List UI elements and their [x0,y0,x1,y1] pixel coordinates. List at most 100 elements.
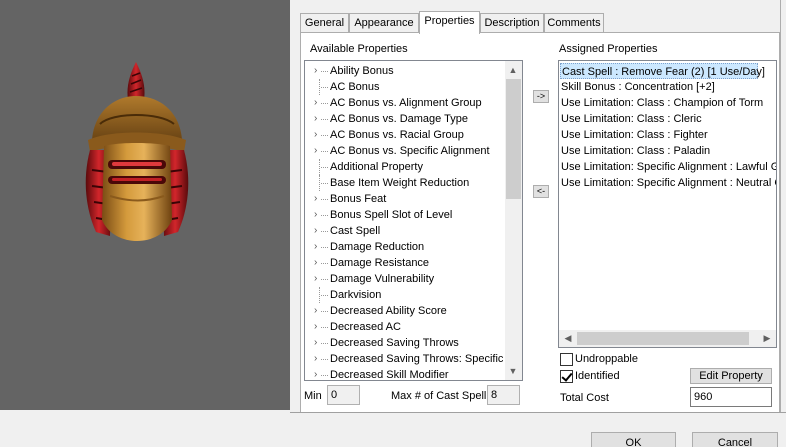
scroll-up-icon[interactable]: ▲ [505,62,521,78]
available-property-label: Damage Vulnerability [330,273,435,285]
add-property-button[interactable]: -> [533,90,549,103]
assigned-property-item[interactable]: Cast Spell : Remove Fear (2) [1 Use/Day] [560,63,765,79]
undroppable-checkbox[interactable] [560,353,573,366]
available-property-label: AC Bonus vs. Damage Type [330,113,468,125]
edit-property-button[interactable]: Edit Property [690,368,772,384]
available-property-item[interactable]: › AC Bonus vs. Racial Group [305,127,505,143]
available-property-item[interactable]: › Cast Spell [305,223,505,239]
tab-description[interactable]: Description [480,13,544,33]
tab-general[interactable]: General [300,13,349,33]
available-property-label: Bonus Feat [330,193,387,205]
tree-connector [321,327,328,328]
available-property-item[interactable]: › Damage Resistance [305,255,505,271]
available-properties-tree[interactable]: › Ability Bonus AC Bonus › AC Bonus vs. Alig… [304,60,523,381]
tree-connector [321,151,328,152]
tab-comments[interactable]: Comments [544,13,604,33]
available-property-item[interactable]: › Decreased AC [305,319,505,335]
available-property-item[interactable]: Additional Property [305,159,505,175]
tree-connector [321,167,328,168]
assigned-property-item[interactable]: Use Limitation: Class : Fighter [560,127,708,143]
tab-appearance[interactable]: Appearance [349,13,419,33]
assigned-property-item[interactable]: Use Limitation: Class : Champion of Torm [560,95,763,111]
available-property-item[interactable]: › Decreased Saving Throws [305,335,505,351]
available-property-item[interactable]: › Bonus Feat [305,191,505,207]
undroppable-label: Undroppable [575,353,638,365]
tree-connector [321,279,328,280]
assigned-properties-label: Assigned Properties [559,43,658,55]
available-property-item[interactable]: Base Item Weight Reduction [305,175,505,191]
available-property-item[interactable]: › Ability Bonus [305,63,505,79]
available-property-label: Decreased AC [330,321,401,333]
available-property-label: Decreased Skill Modifier [330,369,449,381]
tree-connector [321,119,328,120]
tree-connector [321,247,328,248]
item-preview-viewport[interactable] [0,0,290,410]
tree-connector [321,71,328,72]
available-property-label: Ability Bonus [330,65,394,77]
assigned-property-item[interactable]: Use Limitation: Class : Paladin [560,143,710,159]
total-cost-field[interactable]: 960 [690,387,772,407]
scroll-thumb[interactable] [506,79,521,199]
available-scrollbar[interactable]: ▲ ▼ [505,61,522,380]
tree-connector [321,359,328,360]
expand-arrow-icon[interactable]: › [314,367,324,380]
available-property-item[interactable]: › Damage Reduction [305,239,505,255]
available-property-label: Darkvision [330,289,382,301]
available-property-label: Additional Property [330,161,423,173]
remove-property-button[interactable]: <- [533,185,549,198]
tree-connector [321,215,328,216]
tree-connector [321,295,328,296]
assigned-property-item[interactable]: Use Limitation: Specific Alignment : Law… [560,159,776,175]
assigned-properties-list[interactable]: Cast Spell : Remove Fear (2) [1 Use/Day]… [558,60,777,348]
available-property-item[interactable]: AC Bonus [305,79,505,95]
identified-label: Identified [575,370,620,382]
available-property-label: Decreased Saving Throws [330,337,459,349]
available-properties-label: Available Properties [310,43,408,55]
available-property-item[interactable]: › Decreased Saving Throws: Specific [305,351,505,367]
available-property-item[interactable]: › Damage Vulnerability [305,271,505,287]
tree-connector [321,343,328,344]
available-property-label: Decreased Saving Throws: Specific [330,353,504,365]
min-field[interactable]: 0 [327,385,360,405]
assigned-property-item[interactable]: Use Limitation: Specific Alignment : Neu… [560,175,776,191]
available-property-label: Damage Resistance [330,257,430,269]
tree-line [319,79,320,95]
scroll-down-icon[interactable]: ▼ [505,363,521,379]
window-border [780,0,781,412]
tab-properties[interactable]: Properties [419,11,480,34]
pane-divider [290,0,300,412]
max-cast-spell-field[interactable]: 8 [487,385,520,405]
available-property-item[interactable]: › Bonus Spell Slot of Level [305,207,505,223]
assigned-hscrollbar[interactable]: ◀ ▶ [559,330,776,347]
available-property-label: AC Bonus vs. Alignment Group [330,97,482,109]
available-property-label: Bonus Spell Slot of Level [330,209,453,221]
tree-connector [321,87,328,88]
available-property-label: AC Bonus [330,81,380,93]
scroll-left-icon[interactable]: ◀ [560,330,576,346]
available-property-item[interactable]: › Decreased Ability Score [305,303,505,319]
identified-checkbox[interactable] [560,370,573,383]
available-property-label: AC Bonus vs. Specific Alignment [330,145,490,157]
ok-button[interactable]: OK [591,432,676,447]
tree-connector [321,103,328,104]
tree-line [319,159,320,175]
cancel-button[interactable]: Cancel [692,432,778,447]
available-property-item[interactable]: › AC Bonus vs. Alignment Group [305,95,505,111]
scroll-thumb[interactable] [577,332,749,345]
available-property-label: Damage Reduction [330,241,425,253]
assigned-property-item[interactable]: Skill Bonus : Concentration [+2] [560,79,715,95]
scroll-right-icon[interactable]: ▶ [759,330,775,346]
available-property-item[interactable]: › AC Bonus vs. Damage Type [305,111,505,127]
available-property-item[interactable]: › AC Bonus vs. Specific Alignment [305,143,505,159]
assigned-property-item[interactable]: Use Limitation: Class : Cleric [560,111,702,127]
available-property-item[interactable]: › Decreased Skill Modifier [305,367,505,381]
available-property-item[interactable]: Darkvision [305,287,505,303]
available-property-label: AC Bonus vs. Racial Group [330,129,464,141]
tree-connector [321,263,328,264]
tree-connector [321,231,328,232]
tree-connector [321,135,328,136]
available-property-label: Decreased Ability Score [330,305,447,317]
tree-connector [321,311,328,312]
total-cost-label: Total Cost [560,392,609,404]
available-property-label: Cast Spell [330,225,381,237]
